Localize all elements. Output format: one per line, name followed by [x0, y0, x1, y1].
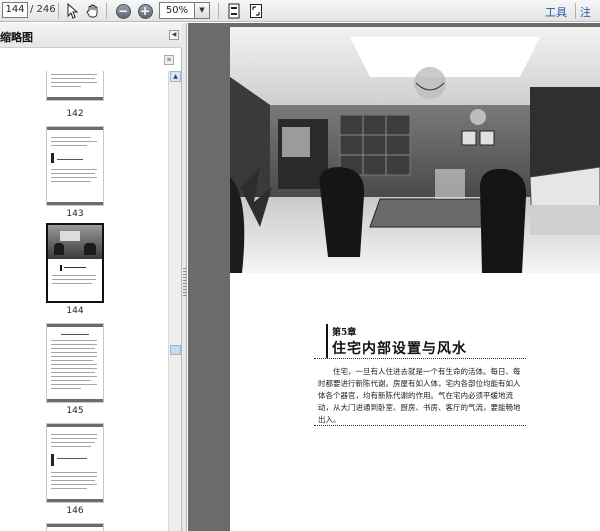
collapse-sidebar-icon[interactable]: ◀ [169, 30, 179, 40]
hand-tool-icon[interactable] [84, 2, 102, 20]
page-total: / 246 [30, 4, 56, 15]
dotted-divider-top [314, 358, 526, 359]
living-room-photo [230, 27, 600, 273]
thumbnail-page-144-current[interactable] [46, 223, 104, 303]
toolbar-divider [106, 3, 107, 19]
thumbnail-sidebar: 缩略图 ◀ ≡ 142 143 144 145 146 ▲ [0, 23, 182, 531]
toolbar: 144 / 246 − + 50% ▼ 工具 注释 [0, 0, 600, 35]
thumbnail-page-142[interactable] [46, 71, 104, 101]
select-tool-icon[interactable] [64, 2, 82, 20]
sidebar-scrollbar[interactable]: ▲ [168, 71, 181, 531]
chapter-title: 住宅内部设置与风水 [332, 341, 467, 357]
thumbnail-label: 142 [66, 109, 84, 119]
page-number-input[interactable]: 144 [2, 2, 28, 18]
zoom-level-input[interactable]: 50% [159, 2, 195, 19]
chapter-rule [326, 324, 328, 358]
document-viewport[interactable]: 第5章 住宅内部设置与风水 住宅，一旦有人住进去就是一个有生命的活体。每日、每时… [188, 23, 600, 531]
thumbnail-page-147[interactable] [46, 523, 104, 531]
toolbar-divider [58, 3, 59, 19]
scroll-up-icon[interactable]: ▲ [170, 71, 181, 82]
thumbnail-label: 144 [66, 306, 84, 316]
chapter-intro-text: 住宅，一旦有人住进去就是一个有生命的活体。每日、每时都要进行新陈代谢。房屋有如人… [318, 366, 524, 426]
thumbnail-list: 142 143 144 145 146 [0, 71, 168, 531]
full-screen-icon[interactable] [247, 2, 265, 20]
dotted-divider-bottom [314, 425, 526, 426]
options-menu-icon[interactable]: ≡ [164, 55, 174, 65]
thumbnail-label: 146 [66, 506, 84, 516]
zoom-out-icon[interactable]: − [114, 2, 132, 20]
thumbnail-label: 143 [66, 209, 84, 219]
fit-page-icon[interactable] [225, 2, 243, 20]
chapter-number: 第5章 [332, 328, 357, 338]
sidebar-splitter[interactable] [182, 23, 187, 531]
toolbar-divider [218, 3, 219, 19]
document-page: 第5章 住宅内部设置与风水 住宅，一旦有人住进去就是一个有生命的活体。每日、每时… [230, 27, 600, 531]
tools-menu-link[interactable]: 工具 [545, 4, 567, 20]
scrollbar-thumb[interactable] [170, 345, 181, 355]
intro-paragraph: 住宅，一旦有人住进去就是一个有生命的活体。每日、每时都要进行新陈代谢。房屋有如人… [318, 367, 521, 424]
thumbnail-label: 145 [66, 406, 84, 416]
thumbnail-page-143[interactable] [46, 126, 104, 206]
zoom-dropdown-chevron-icon[interactable]: ▼ [195, 2, 210, 19]
toolbar-divider [575, 3, 576, 19]
pdf-reader-window: 144 / 246 − + 50% ▼ 工具 注释 缩略图 [0, 0, 600, 531]
sidebar-header: 缩略图 ◀ [0, 23, 182, 48]
sidebar-title: 缩略图 [0, 31, 33, 44]
thumbnail-page-146[interactable] [46, 423, 104, 503]
zoom-in-icon[interactable]: + [136, 2, 154, 20]
thumbnail-page-145[interactable] [46, 323, 104, 403]
splitter-grip-icon[interactable] [183, 268, 186, 298]
